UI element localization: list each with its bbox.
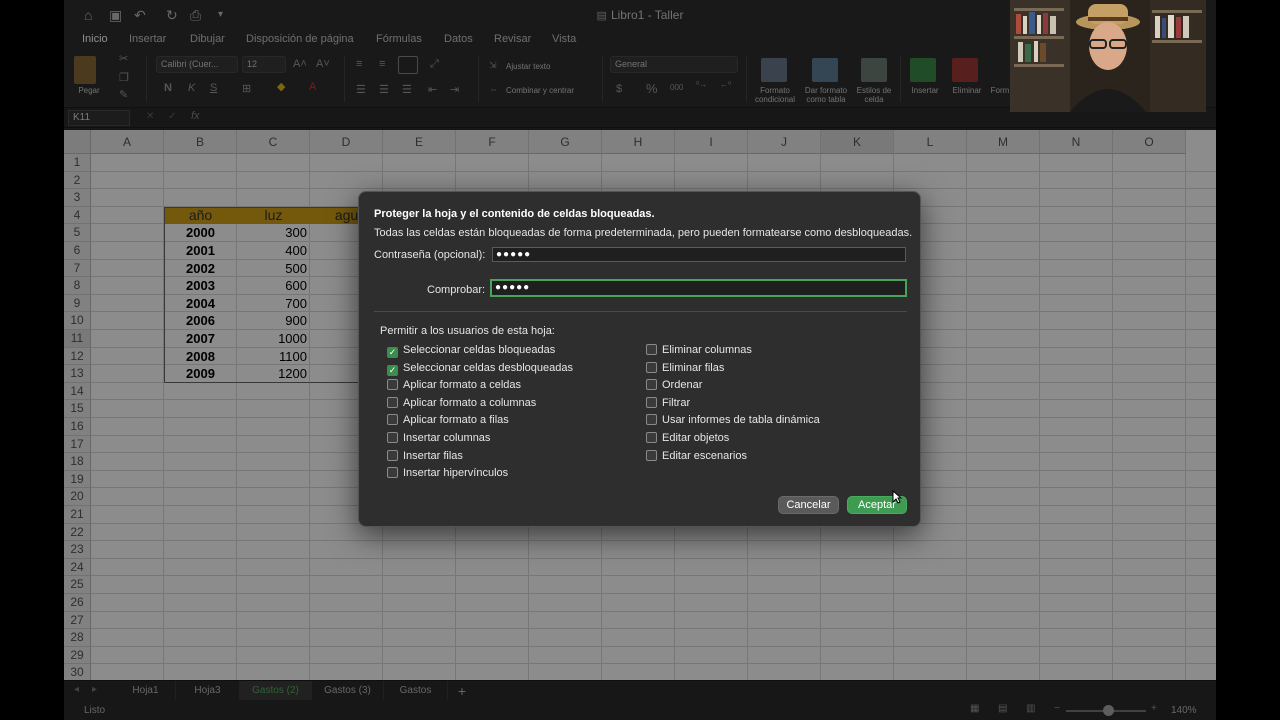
checkbox-icon[interactable]: [646, 432, 657, 443]
permission-label: Aplicar formato a filas: [403, 414, 509, 427]
permission-label: Eliminar columnas: [662, 344, 752, 356]
dialog-description: Todas las celdas están bloqueadas de for…: [374, 227, 913, 239]
checkbox-icon[interactable]: [646, 379, 657, 391]
permission-option[interactable]: Editar objetos: [646, 432, 729, 447]
permission-label: Ordenar: [662, 379, 703, 392]
checkbox-icon[interactable]: [646, 414, 657, 426]
password-label: Contraseña (opcional):: [374, 249, 486, 261]
permission-option[interactable]: Aplicar formato a columnas: [387, 396, 537, 412]
permission-option[interactable]: Filtrar: [646, 396, 691, 412]
checkbox-icon[interactable]: [387, 449, 398, 461]
checkbox-icon[interactable]: [387, 432, 398, 443]
permission-option[interactable]: Insertar filas: [387, 449, 463, 465]
permission-label: Editar escenarios: [662, 449, 747, 462]
permission-label: Aplicar formato a columnas: [403, 396, 537, 409]
mouse-cursor-icon: [892, 490, 902, 504]
permission-option[interactable]: Eliminar filas: [646, 361, 725, 377]
permission-option[interactable]: Aplicar formato a filas: [387, 414, 509, 429]
dialog-title: Proteger la hoja y el contenido de celda…: [374, 208, 655, 220]
permissions-label: Permitir a los usuarios de esta hoja:: [380, 325, 555, 337]
verify-field[interactable]: ●●●●●: [490, 279, 907, 297]
checkbox-icon[interactable]: [387, 396, 398, 408]
permission-option[interactable]: Usar informes de tabla dinámica: [646, 414, 820, 429]
checkbox-icon[interactable]: [387, 467, 398, 479]
checkbox-icon[interactable]: [646, 344, 657, 355]
checkbox-icon[interactable]: [646, 449, 657, 461]
permission-option[interactable]: Insertar columnas: [387, 432, 490, 447]
permission-label: Aplicar formato a celdas: [403, 379, 521, 392]
permission-label: Editar objetos: [662, 432, 730, 444]
permission-label: Insertar filas: [403, 449, 463, 462]
checkbox-icon[interactable]: [387, 414, 398, 426]
checkbox-icon[interactable]: [387, 379, 398, 391]
permission-label: Usar informes de tabla dinámica: [662, 414, 820, 427]
password-field[interactable]: ●●●●●: [492, 247, 906, 262]
checkbox-icon[interactable]: [646, 396, 657, 408]
cancel-button[interactable]: Cancelar: [778, 496, 839, 514]
dialog-divider: [374, 311, 907, 312]
checkbox-checked-icon[interactable]: ✓: [387, 347, 398, 358]
permission-label: Insertar columnas: [403, 432, 491, 444]
permission-label: Seleccionar celdas desbloqueadas: [403, 361, 574, 374]
permission-option[interactable]: ✓ Seleccionar celdas desbloqueadas: [387, 362, 573, 377]
permission-option[interactable]: Eliminar columnas: [646, 344, 752, 359]
permission-option[interactable]: Aplicar formato a celdas: [387, 379, 521, 394]
permission-label: Insertar hipervínculos: [403, 467, 509, 480]
permission-option[interactable]: Editar escenarios: [646, 449, 747, 465]
verify-label: Comprobar:: [427, 284, 486, 296]
permission-label: Filtrar: [662, 396, 691, 409]
permission-label: Seleccionar celdas bloqueadas: [403, 344, 556, 356]
protect-sheet-dialog: Proteger la hoja y el contenido de celda…: [358, 191, 921, 527]
checkbox-icon[interactable]: [646, 361, 657, 373]
permission-label: Eliminar filas: [662, 361, 725, 374]
permission-option[interactable]: Insertar hipervínculos: [387, 467, 508, 482]
webcam-overlay: [1010, 0, 1206, 112]
permission-option[interactable]: ✓ Seleccionar celdas bloqueadas: [387, 344, 555, 359]
presenter-image: [1010, 0, 1206, 112]
permission-option[interactable]: Ordenar: [646, 379, 702, 394]
checkbox-checked-icon[interactable]: ✓: [387, 364, 398, 376]
